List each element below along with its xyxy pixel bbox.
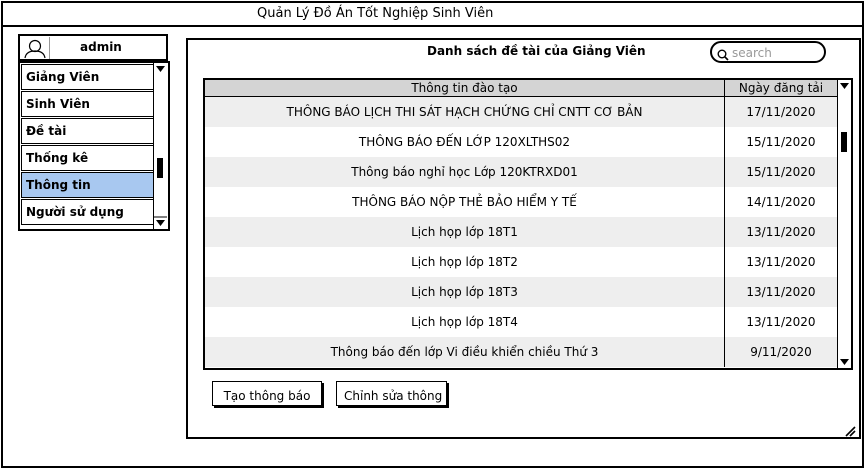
sidebar-item-giang-vien[interactable]: Giảng Viên	[21, 64, 155, 90]
column-header-info[interactable]: Thông tin đào tạo	[205, 80, 724, 96]
user-name: admin	[80, 40, 122, 54]
cell-date: 9/11/2020	[724, 337, 837, 367]
cell-info: Thông báo nghỉ học Lớp 120KTRXD01	[351, 165, 578, 179]
table-row[interactable]: Thông báo nghỉ học Lớp 120KTRXD01 15/11/…	[205, 157, 837, 187]
table-row[interactable]: Lịch họp lớp 18T1 13/11/2020	[205, 217, 837, 247]
cell-info: Lịch họp lớp 18T3	[411, 285, 518, 299]
cell-info: Thông báo đến lớp Vi điều khiển chiều Th…	[330, 345, 599, 359]
search-icon	[717, 46, 729, 61]
app-window: Quản Lý Đồ Án Tốt Nghiệp Sinh Viên admin…	[1, 1, 864, 468]
table-row[interactable]: Lịch họp lớp 18T3 13/11/2020	[205, 277, 837, 307]
scroll-up-icon	[156, 66, 165, 72]
cell-info: Lịch họp lớp 18T2	[411, 255, 518, 269]
sidebar-item-thong-ke[interactable]: Thống kê	[21, 145, 155, 171]
cell-date: 17/11/2020	[724, 97, 837, 127]
cell-date: 13/11/2020	[724, 247, 837, 277]
cell-date: 13/11/2020	[724, 217, 837, 247]
scroll-thumb	[841, 132, 847, 152]
cell-info: THÔNG BÁO ĐẾN LỚP 120XLTHS02	[358, 135, 571, 149]
scroll-thumb	[157, 158, 163, 178]
announcements-table: Thông tin đào tạo Ngày đăng tải THÔNG BÁ…	[203, 78, 853, 370]
sidebar-menu: Giảng Viên Sinh Viên Đề tài Thống kê Thô…	[18, 61, 170, 231]
title-bar: Quản Lý Đồ Án Tốt Nghiệp Sinh Viên	[3, 3, 862, 27]
cell-date: 15/11/2020	[724, 127, 837, 157]
table-header: Thông tin đào tạo Ngày đăng tải	[205, 80, 837, 97]
panel-title: Danh sách đề tài của Giảng Viên	[427, 44, 646, 58]
user-box[interactable]: admin	[18, 34, 168, 61]
main-panel: Danh sách đề tài của Giảng Viên Thông ti…	[186, 38, 861, 439]
table-scrollbar[interactable]	[837, 80, 851, 368]
cell-date: 13/11/2020	[724, 307, 837, 337]
cell-info: Lịch họp lớp 18T1	[411, 225, 518, 239]
table-row[interactable]: Lịch họp lớp 18T2 13/11/2020	[205, 247, 837, 277]
table-row[interactable]: THÔNG BÁO NỘP THẺ BẢO HIỂM Y TẾ 14/11/20…	[205, 187, 837, 217]
table-row[interactable]: Thông báo đến lớp Vi điều khiển chiều Th…	[205, 337, 837, 367]
user-icon	[22, 37, 50, 59]
sidebar-item-sinh-vien[interactable]: Sinh Viên	[21, 91, 155, 117]
window-title: Quản Lý Đồ Án Tốt Nghiệp Sinh Viên	[257, 6, 494, 21]
cell-info: THÔNG BÁO NỘP THẺ BẢO HIỂM Y TẾ	[352, 195, 577, 209]
sidebar-item-thong-tin[interactable]: Thông tin	[21, 172, 155, 198]
sidebar-item-nguoi-su-dung[interactable]: Người sử dụng	[21, 199, 155, 225]
resize-grip-icon[interactable]	[844, 422, 856, 437]
cell-info: THÔNG BÁO LỊCH THI SÁT HẠCH CHỨNG CHỈ CN…	[286, 105, 643, 119]
scroll-up-icon	[840, 83, 849, 89]
scroll-down-icon	[156, 220, 165, 226]
cell-date: 14/11/2020	[724, 187, 837, 217]
create-announcement-button[interactable]: Tạo thông báo	[212, 381, 322, 406]
cell-info: Lịch họp lớp 18T4	[411, 315, 518, 329]
sidebar-scrollbar[interactable]	[153, 63, 167, 229]
scroll-down-icon	[840, 359, 849, 365]
search-box[interactable]	[710, 41, 826, 63]
edit-announcement-button[interactable]: Chỉnh sửa thông	[336, 381, 447, 406]
cell-date: 15/11/2020	[724, 157, 837, 187]
table-row[interactable]: THÔNG BÁO LỊCH THI SÁT HẠCH CHỨNG CHỈ CN…	[205, 97, 837, 127]
cell-date: 13/11/2020	[724, 277, 837, 307]
table-body: THÔNG BÁO LỊCH THI SÁT HẠCH CHỨNG CHỈ CN…	[205, 97, 837, 367]
sidebar-item-de-tai[interactable]: Đề tài	[21, 118, 155, 144]
search-input[interactable]	[732, 44, 820, 61]
table-row[interactable]: Lịch họp lớp 18T4 13/11/2020	[205, 307, 837, 337]
table-row[interactable]: THÔNG BÁO ĐẾN LỚP 120XLTHS02 15/11/2020	[205, 127, 837, 157]
column-header-date[interactable]: Ngày đăng tải	[724, 80, 837, 96]
